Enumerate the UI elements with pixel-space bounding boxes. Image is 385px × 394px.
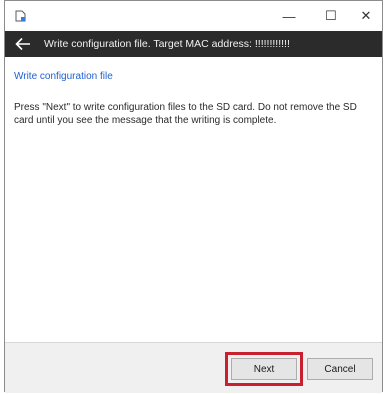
- next-button[interactable]: Next: [231, 358, 297, 380]
- back-arrow-icon: [15, 37, 30, 51]
- minimize-icon: —: [282, 8, 296, 24]
- content-area: Write configuration file Press "Next" to…: [5, 57, 382, 342]
- back-button[interactable]: [8, 31, 38, 57]
- maximize-icon: ☐: [325, 8, 337, 23]
- footer-bar: Next Cancel: [5, 342, 382, 393]
- page-title: Write configuration file. Target MAC add…: [44, 38, 290, 50]
- close-button[interactable]: ✕: [344, 1, 385, 31]
- close-icon: ✕: [360, 8, 372, 23]
- instruction-text: Press "Next" to write configuration file…: [14, 102, 357, 126]
- title-bar: — ☐ ✕: [5, 1, 382, 31]
- app-window: — ☐ ✕ Write configuration file. Target M…: [4, 0, 383, 393]
- section-title: Write configuration file: [14, 71, 113, 82]
- page-header: Write configuration file. Target MAC add…: [5, 31, 382, 57]
- cancel-button[interactable]: Cancel: [307, 358, 373, 380]
- app-icon: [15, 10, 26, 22]
- minimize-button[interactable]: —: [267, 1, 311, 31]
